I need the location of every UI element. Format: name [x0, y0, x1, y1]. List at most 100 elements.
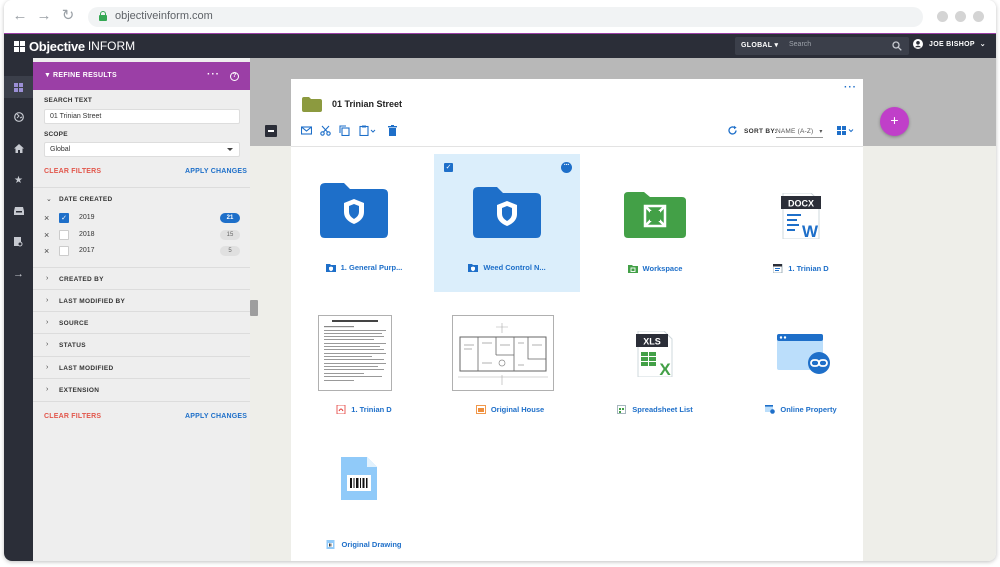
year-checkbox[interactable]: [59, 230, 69, 240]
tile-label: Original House: [437, 405, 583, 414]
email-icon[interactable]: [301, 125, 312, 136]
rail-home[interactable]: [4, 137, 33, 159]
svg-text:X: X: [659, 360, 671, 377]
remove-icon[interactable]: ×: [44, 213, 49, 223]
search-text-field[interactable]: 01 Trinian Street: [44, 109, 240, 124]
tile-label-text: Original House: [490, 405, 545, 414]
sort-label: SORT BY:: [744, 128, 777, 135]
selected-checkbox[interactable]: ✓: [444, 163, 453, 172]
date-created-label: DATE CREATED: [59, 196, 113, 203]
forward-icon[interactable]: →: [36, 8, 52, 24]
cut-icon[interactable]: [320, 125, 331, 136]
date-created-section[interactable]: ⌄ DATE CREATED: [33, 187, 250, 209]
tile-general-purpose[interactable]: 1. General Purp...: [291, 154, 437, 292]
web-small-icon: [765, 405, 776, 414]
search-icon[interactable]: [892, 41, 902, 51]
user-menu[interactable]: JOE BISHOP ⌄: [913, 39, 986, 49]
rail-expand[interactable]: →: [4, 263, 33, 285]
rail-globe[interactable]: [4, 106, 33, 128]
copy-icon[interactable]: [339, 125, 350, 136]
caret-down-icon: ▾: [819, 129, 823, 135]
grid-view-icon[interactable]: [837, 125, 855, 136]
year-count-badge: 21: [220, 213, 240, 223]
year-row-2017: × 2017 5: [33, 243, 250, 259]
back-icon[interactable]: ←: [12, 8, 28, 24]
drawing-small-icon: [475, 405, 486, 414]
secure-folder-small-icon: [468, 264, 479, 272]
help-icon[interactable]: ?: [230, 72, 239, 81]
star-icon: ★: [14, 174, 23, 186]
year-count-badge: 5: [220, 246, 240, 256]
delete-icon[interactable]: [387, 125, 398, 136]
floorplan-thumbnail-icon: [452, 315, 554, 391]
source-section[interactable]: › SOURCE: [33, 311, 250, 333]
dashboard-icon: [14, 82, 23, 92]
tile-online-property[interactable]: Online Property: [728, 307, 874, 445]
user-name: JOE BISHOP: [929, 40, 975, 48]
logo-bold-text: Objective: [29, 38, 85, 54]
remove-icon[interactable]: ×: [44, 230, 49, 240]
tile-workspace[interactable]: Workspace: [582, 154, 728, 292]
add-fab-button[interactable]: +: [880, 107, 909, 136]
panel-resize-handle[interactable]: [250, 300, 258, 316]
tile-original-drawing[interactable]: Original Drawing: [291, 447, 437, 561]
section-label: CREATED BY: [59, 276, 104, 283]
chevron-right-icon: ›: [46, 364, 49, 371]
more-options-icon[interactable]: ···: [207, 69, 220, 80]
pdf-small-icon: [336, 405, 346, 414]
chevron-right-icon: ›: [46, 341, 49, 348]
sort-value: NAME (A-Z): [776, 128, 814, 135]
workspace-folder-icon: [624, 192, 686, 238]
search-input[interactable]: Search: [789, 41, 811, 48]
chevron-down-icon: ⌄: [46, 196, 52, 203]
window-dot: [973, 11, 984, 22]
more-options-icon[interactable]: ···: [561, 162, 572, 173]
rail-search-docs[interactable]: [4, 231, 33, 253]
scope-dropdown[interactable]: GLOBAL ▾: [741, 41, 778, 49]
divider: [33, 401, 250, 402]
rail-dashboard[interactable]: [4, 76, 33, 98]
folder-icon: [302, 97, 322, 112]
chevron-right-icon: ›: [46, 386, 49, 393]
tile-label-text: Original Drawing: [341, 540, 402, 549]
clear-filters-link[interactable]: CLEAR FILTERS: [44, 413, 101, 420]
sort-dropdown[interactable]: NAME (A-Z) ▾: [776, 126, 823, 138]
chevron-right-icon: ›: [46, 297, 49, 304]
address-bar[interactable]: objectiveinform.com: [88, 7, 923, 27]
refresh-icon[interactable]: [727, 125, 738, 136]
apply-changes-link[interactable]: APPLY CHANGES: [185, 413, 247, 420]
last-modified-section[interactable]: › LAST MODIFIED: [33, 356, 250, 378]
scope-select[interactable]: Global: [44, 142, 240, 157]
last-modified-by-section[interactable]: › LAST MODIFIED BY: [33, 289, 250, 311]
tile-label-text: Weed Control N...: [483, 263, 546, 272]
globe-icon: [13, 112, 24, 122]
apply-changes-link[interactable]: APPLY CHANGES: [185, 168, 247, 175]
collapse-panel-button[interactable]: [265, 125, 277, 137]
tile-weed-control[interactable]: ✓ ··· Weed Control N...: [434, 154, 580, 292]
tile-original-house[interactable]: Original House: [437, 307, 583, 445]
paste-icon[interactable]: [359, 125, 377, 136]
divider: [291, 146, 863, 147]
year-checkbox[interactable]: [59, 246, 69, 256]
rail-favorites[interactable]: ★: [4, 169, 33, 191]
year-checkbox[interactable]: ✓: [59, 213, 69, 223]
tile-spreadsheet-list[interactable]: XLS X Spreadsheet List: [582, 307, 728, 445]
spreadsheet-small-icon: [617, 405, 627, 414]
filter-icon: ▼: [44, 72, 51, 79]
clear-filters-link[interactable]: CLEAR FILTERS: [44, 168, 101, 175]
caret-down-icon: [227, 148, 233, 151]
status-section[interactable]: › STATUS: [33, 333, 250, 355]
more-options-icon[interactable]: ···: [844, 82, 857, 93]
svg-text:DOCX: DOCX: [788, 199, 814, 209]
tile-label-text: 1. Trinian D: [788, 264, 829, 273]
tile-label-text: Spreadsheet List: [632, 405, 693, 414]
extension-section[interactable]: › EXTENSION: [33, 378, 250, 400]
tile-trinian-docx[interactable]: DOCX W 1. Trinian D: [728, 154, 874, 292]
created-by-section[interactable]: › CREATED BY: [33, 267, 250, 289]
barcode-small-icon: [326, 540, 335, 549]
app-logo[interactable]: Objective INFORM: [14, 38, 135, 54]
tile-trinian-pdf[interactable]: 1. Trinian D: [291, 307, 437, 445]
remove-icon[interactable]: ×: [44, 246, 49, 256]
rail-inbox[interactable]: [4, 200, 33, 222]
reload-icon[interactable]: ↻: [60, 8, 76, 24]
